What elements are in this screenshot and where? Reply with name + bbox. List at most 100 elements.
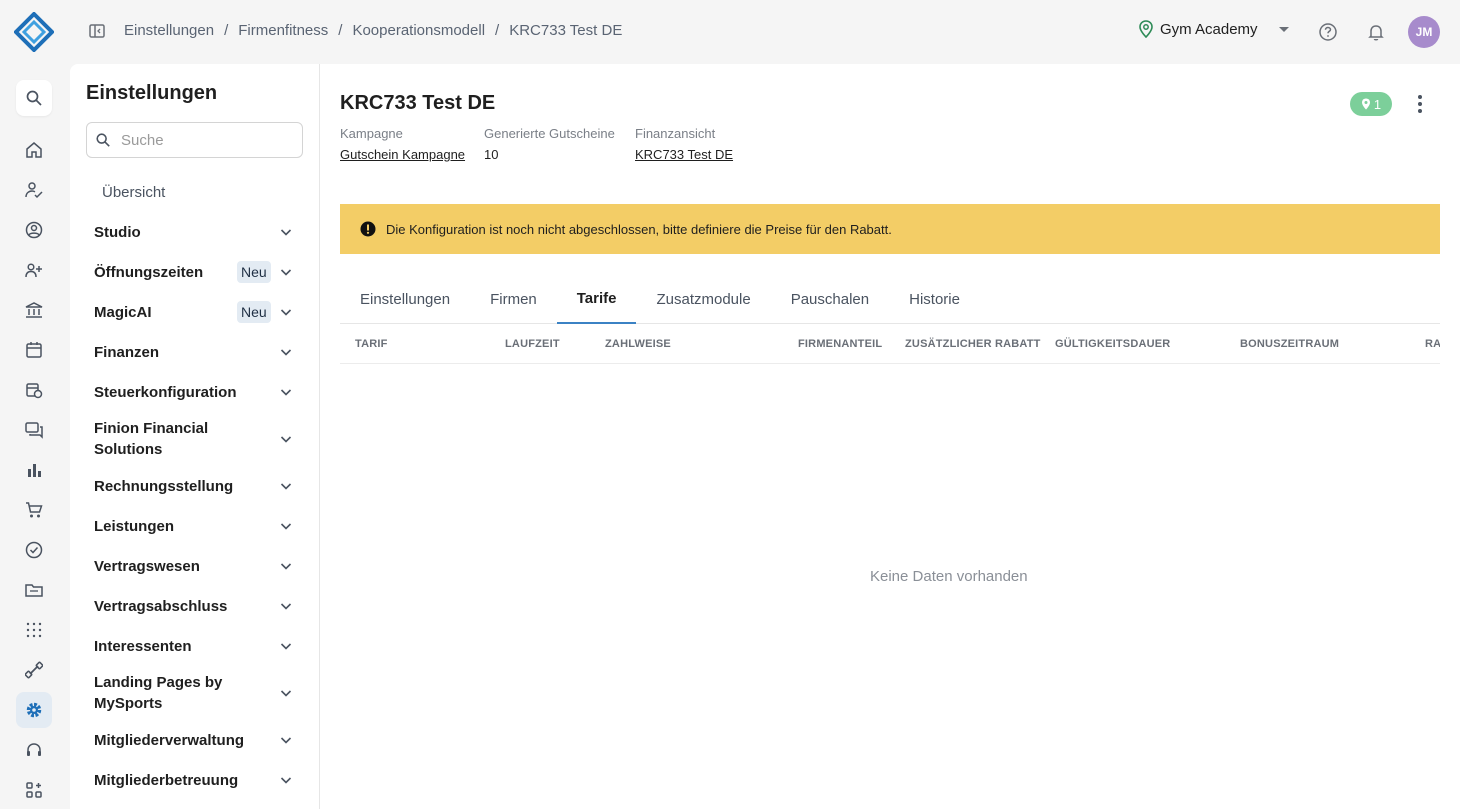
settings-menu-item[interactable]: Finion Financial Solutions bbox=[86, 412, 306, 466]
column-header-laufzeit[interactable]: LAUFZEIT bbox=[505, 338, 560, 350]
rail-calendar-button[interactable] bbox=[16, 332, 52, 368]
rail-schedule-button[interactable] bbox=[16, 372, 52, 408]
rail-training-button[interactable] bbox=[16, 652, 52, 688]
chevron-down-icon bbox=[280, 483, 292, 490]
column-header-zahlweise[interactable]: ZAHLWEISE bbox=[605, 338, 671, 350]
settings-menu-item[interactable]: Produktverwaltung bbox=[86, 800, 306, 809]
settings-search-field[interactable] bbox=[86, 122, 303, 158]
settings-menu-item[interactable]: Steuerkonfiguration bbox=[86, 372, 306, 412]
settings-menu-item[interactable]: Studio bbox=[86, 212, 306, 252]
settings-menu-item[interactable]: Landing Pages by MySports bbox=[86, 666, 306, 720]
calendar-icon bbox=[26, 342, 42, 358]
settings-menu-item-label: Studio bbox=[94, 223, 141, 241]
rail-shop-button[interactable] bbox=[16, 492, 52, 528]
column-header-bonuszeitraum[interactable]: BONUSZEITRAUM bbox=[1240, 338, 1339, 350]
settings-menu-item[interactable]: Mitgliederverwaltung bbox=[86, 720, 306, 760]
rail-finance-button[interactable] bbox=[16, 292, 52, 328]
settings-menu-item-label: Interessenten bbox=[94, 637, 192, 655]
meta-generierte-gutscheine: Generierte Gutscheine 10 bbox=[484, 126, 615, 162]
bank-icon bbox=[25, 302, 43, 318]
breadcrumb-item-kooperationsmodell[interactable]: Kooperationsmodell bbox=[352, 22, 485, 39]
notification-bell-icon[interactable] bbox=[1366, 22, 1386, 42]
column-header-gueltigkeitsdauer[interactable]: GÜLTIGKEITSDAUER bbox=[1055, 338, 1170, 350]
settings-menu-item-label: Mitgliederbetreuung bbox=[94, 771, 239, 789]
settings-menu-item[interactable]: MagicAI Neu bbox=[86, 292, 306, 332]
meta-finanzansicht: Finanzansicht KRC733 Test DE bbox=[635, 126, 733, 162]
rail-checkin-button[interactable] bbox=[16, 172, 52, 208]
chat-icon bbox=[25, 422, 43, 439]
folder-icon bbox=[25, 584, 43, 597]
users-plus-icon bbox=[25, 263, 42, 278]
user-avatar[interactable]: JM bbox=[1408, 16, 1440, 48]
search-icon bbox=[26, 90, 42, 106]
tab-historie[interactable]: Historie bbox=[889, 274, 980, 324]
more-vertical-icon[interactable] bbox=[1410, 92, 1430, 116]
settings-overview-link[interactable]: Übersicht bbox=[102, 184, 165, 201]
rail-more-button[interactable] bbox=[16, 772, 52, 808]
tab-firmen[interactable]: Firmen bbox=[470, 274, 557, 324]
rail-support-button[interactable] bbox=[16, 732, 52, 768]
settings-menu-item-label: Vertragsabschluss bbox=[94, 597, 228, 615]
sidebar-toggle-icon[interactable] bbox=[88, 22, 106, 40]
column-header-rabatt[interactable]: RABATT bbox=[1425, 338, 1440, 350]
tab-einstellungen[interactable]: Einstellungen bbox=[340, 274, 470, 324]
rail-leads-button[interactable] bbox=[16, 252, 52, 288]
settings-search-input[interactable] bbox=[121, 131, 291, 149]
gear-icon bbox=[26, 702, 42, 718]
chevron-down-icon bbox=[280, 389, 292, 396]
rail-documents-button[interactable] bbox=[16, 572, 52, 608]
breadcrumb-item-current: KRC733 Test DE bbox=[509, 22, 623, 39]
studio-selector[interactable]: Gym Academy bbox=[1138, 20, 1296, 38]
breadcrumb-item-einstellungen[interactable]: Einstellungen bbox=[124, 22, 214, 39]
rail-analytics-button[interactable] bbox=[16, 452, 52, 488]
apps-add-icon bbox=[26, 782, 42, 798]
app-logo-icon[interactable] bbox=[14, 12, 54, 52]
top-bar: Einstellungen / Firmenfitness / Kooperat… bbox=[0, 0, 1460, 64]
alert-circle-icon bbox=[360, 221, 376, 237]
chevron-down-icon bbox=[280, 643, 292, 650]
chevron-down-icon bbox=[280, 229, 292, 236]
rail-settings-button[interactable] bbox=[16, 692, 52, 728]
rail-search-button[interactable] bbox=[16, 80, 52, 116]
chevron-down-icon bbox=[280, 523, 292, 530]
calendar-clock-icon bbox=[26, 383, 43, 399]
settings-menu-item-label: Mitgliederverwaltung bbox=[94, 731, 245, 749]
meta-kampagne: Kampagne Gutschein Kampagne bbox=[340, 126, 465, 162]
help-icon[interactable] bbox=[1318, 22, 1338, 42]
rail-tasks-button[interactable] bbox=[16, 532, 52, 568]
settings-menu-item-label: Öffnungszeiten bbox=[94, 263, 204, 281]
settings-menu-item[interactable]: Mitgliederbetreuung bbox=[86, 760, 306, 800]
settings-menu-item[interactable]: Rechnungsstellung bbox=[86, 466, 306, 506]
column-header-zusaetzlicher-rabatt[interactable]: ZUSÄTZLICHER RABATT bbox=[905, 338, 1041, 350]
settings-menu-item[interactable]: Finanzen bbox=[86, 332, 306, 372]
alert-text: Die Konfiguration ist noch nicht abgesch… bbox=[386, 221, 892, 237]
rail-apps-button[interactable] bbox=[16, 612, 52, 648]
chevron-down-icon bbox=[280, 309, 292, 316]
tab-pauschalen[interactable]: Pauschalen bbox=[771, 274, 889, 324]
settings-menu-item[interactable]: Interessenten bbox=[86, 626, 306, 666]
rail-messages-button[interactable] bbox=[16, 412, 52, 448]
location-count-badge[interactable]: 1 bbox=[1350, 92, 1392, 116]
campaign-link[interactable]: Gutschein Kampagne bbox=[340, 147, 465, 162]
settings-menu-item-label: Finion Financial Solutions bbox=[94, 420, 209, 458]
chevron-down-icon bbox=[280, 603, 292, 610]
finance-view-link[interactable]: KRC733 Test DE bbox=[635, 147, 733, 162]
config-warning-alert: Die Konfiguration ist noch nicht abgesch… bbox=[340, 204, 1440, 254]
studio-name: Gym Academy bbox=[1160, 20, 1258, 38]
tab-tarife[interactable]: Tarife bbox=[556, 274, 637, 324]
column-header-firmenanteil[interactable]: FIRMENANTEIL bbox=[798, 338, 882, 350]
breadcrumb-separator: / bbox=[495, 22, 500, 39]
meta-label: Kampagne bbox=[340, 126, 403, 141]
location-pin-icon bbox=[1139, 20, 1153, 38]
rail-home-button[interactable] bbox=[16, 132, 52, 168]
column-header-tarif[interactable]: TARIF bbox=[355, 338, 388, 350]
settings-menu-item[interactable]: Vertragswesen bbox=[86, 546, 306, 586]
breadcrumb-item-firmenfitness[interactable]: Firmenfitness bbox=[238, 22, 328, 39]
rail-members-button[interactable] bbox=[16, 212, 52, 248]
settings-menu-item[interactable]: Vertragsabschluss bbox=[86, 586, 306, 626]
settings-menu-item[interactable]: Leistungen bbox=[86, 506, 306, 546]
settings-menu-item-label: Vertragswesen bbox=[94, 557, 200, 575]
settings-menu-item[interactable]: Öffnungszeiten Neu bbox=[86, 252, 306, 292]
tab-zusatzmodule[interactable]: Zusatzmodule bbox=[636, 274, 770, 324]
chevron-down-icon bbox=[280, 777, 292, 784]
